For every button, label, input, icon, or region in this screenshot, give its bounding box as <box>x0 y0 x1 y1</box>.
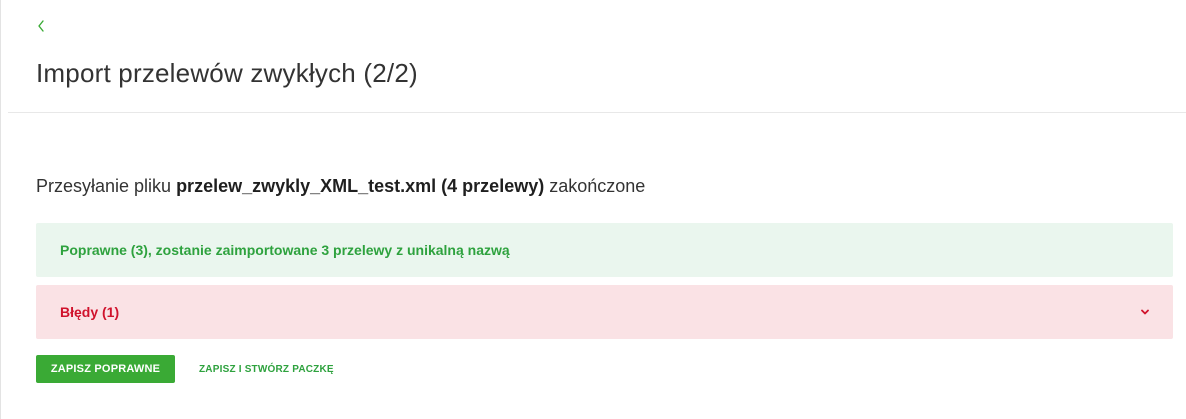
save-and-create-bundle-button[interactable]: ZAPISZ I STWÓRZ PACZKĘ <box>199 364 334 375</box>
page-title: Import przelewów zwykłych (2/2) <box>36 58 418 88</box>
back-button[interactable] <box>36 18 50 36</box>
page-header: Import przelewów zwykłych (2/2) <box>36 18 1176 90</box>
success-alert-text: Poprawne (3), zostanie zaimportowane 3 p… <box>60 242 510 258</box>
success-alert: Poprawne (3), zostanie zaimportowane 3 p… <box>36 223 1173 277</box>
upload-status-prefix: Przesyłanie pliku <box>36 176 177 196</box>
errors-accordion-label: Błędy (1) <box>60 304 120 320</box>
upload-status-suffix: zakończone <box>544 176 646 196</box>
action-bar: ZAPISZ POPRAWNE ZAPISZ I STWÓRZ PACZKĘ <box>36 355 334 383</box>
upload-status-message: Przesyłanie pliku przelew_zwykly_XML_tes… <box>36 172 645 200</box>
left-border-rule <box>0 0 1 419</box>
import-page: Import przelewów zwykłych (2/2) Przesyła… <box>0 0 1186 419</box>
chevron-down-icon[interactable] <box>1139 306 1151 318</box>
header-divider <box>8 112 1186 113</box>
save-valid-button[interactable]: ZAPISZ POPRAWNE <box>36 355 175 383</box>
upload-filename: przelew_zwykly_XML_test.xml (4 przelewy) <box>176 176 545 196</box>
chevron-left-icon <box>38 20 44 32</box>
errors-accordion[interactable]: Błędy (1) <box>36 285 1173 339</box>
